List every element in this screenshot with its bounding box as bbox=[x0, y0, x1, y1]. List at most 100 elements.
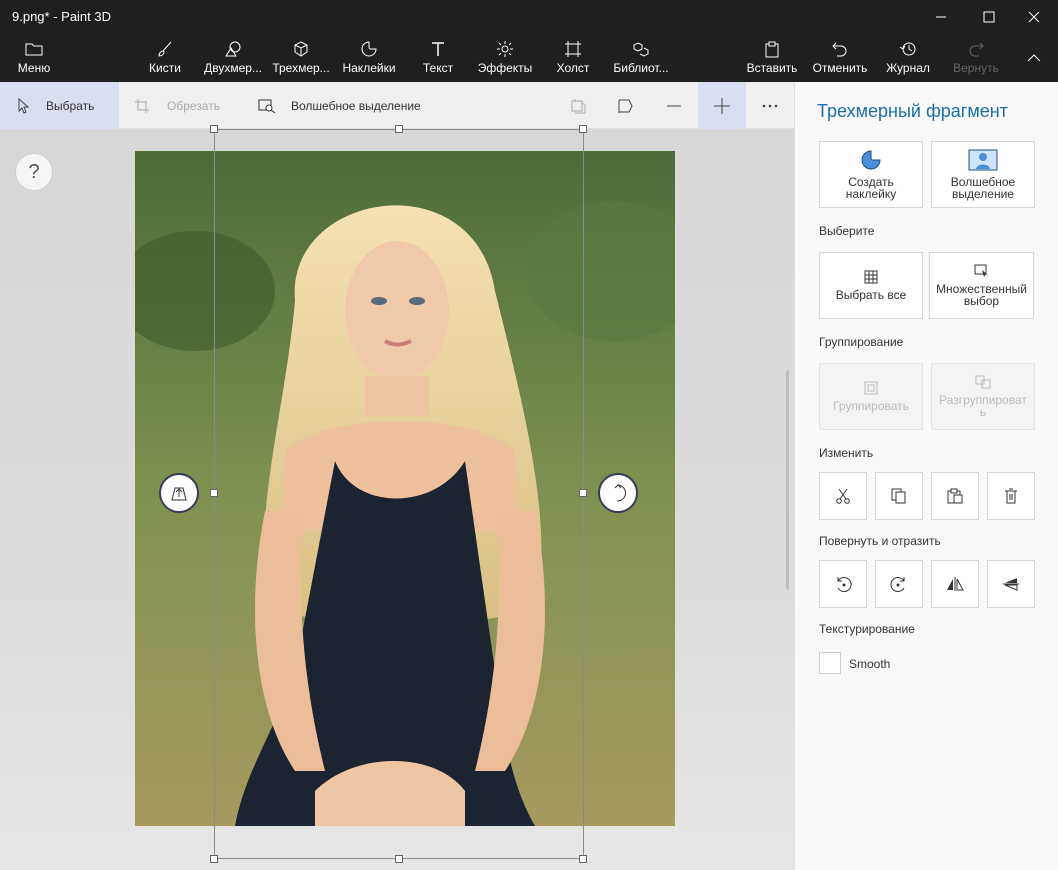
rotate-right-button[interactable] bbox=[875, 560, 923, 608]
paste-label: Вставить bbox=[746, 61, 798, 75]
window-title: 9.png* - Paint 3D bbox=[12, 9, 112, 24]
side-panel: Трехмерный фрагмент Создать наклейку Вол… bbox=[794, 82, 1058, 870]
tool-brushes-label: Кисти bbox=[149, 61, 181, 75]
resize-handle-nw[interactable] bbox=[210, 125, 218, 133]
minimize-icon bbox=[936, 16, 946, 18]
tool-effects-label: Эффекты bbox=[477, 61, 533, 75]
tool-3d-shapes-label: Трехмер... bbox=[272, 61, 330, 75]
undo-button[interactable]: Отменить bbox=[812, 38, 868, 80]
magic-select-button[interactable]: Волшебное выделение bbox=[258, 82, 421, 129]
select-all-label: Выбрать все bbox=[835, 288, 907, 302]
vertical-scrollbar[interactable] bbox=[786, 370, 789, 590]
history-button[interactable]: Журнал bbox=[885, 38, 931, 80]
brush-icon bbox=[158, 41, 172, 57]
menu-button[interactable]: Меню bbox=[14, 38, 54, 80]
folder-icon bbox=[25, 43, 43, 56]
tilt-handle[interactable] bbox=[159, 473, 199, 513]
sticker-icon bbox=[361, 41, 377, 57]
selection-box[interactable] bbox=[214, 129, 584, 859]
smooth-checkbox[interactable] bbox=[819, 652, 841, 674]
resize-handle-se[interactable] bbox=[579, 855, 587, 863]
make-sticker-button[interactable]: Создать наклейку bbox=[819, 141, 923, 208]
magic-select-label: Волшебное выделение bbox=[291, 98, 421, 113]
zoom-out-button[interactable] bbox=[652, 82, 696, 129]
3d-library-icon bbox=[633, 42, 649, 57]
select-section-heading: Выберите bbox=[819, 224, 875, 238]
close-button[interactable] bbox=[1010, 0, 1058, 34]
rotate-handle[interactable] bbox=[598, 473, 638, 513]
tool-library[interactable]: Библиот... bbox=[610, 38, 672, 80]
ungroup-icon bbox=[975, 375, 991, 389]
paste-icon bbox=[947, 488, 963, 504]
resize-handle-n[interactable] bbox=[395, 125, 403, 133]
rotate-left-icon bbox=[837, 577, 852, 592]
group-button[interactable]: Группировать bbox=[819, 363, 923, 430]
help-label: ? bbox=[28, 160, 40, 183]
resize-handle-w[interactable] bbox=[210, 489, 218, 497]
rotate-left-button[interactable] bbox=[819, 560, 867, 608]
tool-text[interactable]: Текст bbox=[418, 38, 458, 80]
select-all-button[interactable]: Выбрать все bbox=[819, 252, 923, 319]
tool-2d-shapes[interactable]: Двухмер... bbox=[203, 38, 263, 80]
multi-select-button[interactable]: Множественный выбор bbox=[929, 252, 1034, 319]
crop-button[interactable]: Обрезать bbox=[134, 82, 220, 129]
history-icon bbox=[899, 42, 916, 56]
sticker-icon bbox=[861, 150, 881, 170]
rotate-section-heading: Повернуть и отразить bbox=[819, 534, 941, 548]
group-label: Группировать bbox=[833, 399, 909, 413]
maximize-button[interactable] bbox=[965, 0, 1013, 34]
delete-button[interactable] bbox=[987, 472, 1035, 520]
copy-button[interactable] bbox=[875, 472, 923, 520]
tool-text-label: Текст bbox=[422, 61, 454, 75]
more-options-button[interactable] bbox=[748, 82, 792, 129]
redo-icon bbox=[969, 42, 984, 57]
tool-library-label: Библиот... bbox=[613, 61, 669, 75]
trash-icon bbox=[1005, 488, 1017, 504]
ungroup-button[interactable]: Разгруппироват ь bbox=[931, 363, 1035, 430]
scissors-icon bbox=[836, 488, 850, 504]
flag-button[interactable] bbox=[604, 82, 648, 129]
tool-canvas[interactable]: Холст bbox=[553, 38, 593, 80]
resize-handle-s[interactable] bbox=[395, 855, 403, 863]
effects-sun-icon bbox=[497, 41, 513, 57]
help-button[interactable]: ? bbox=[15, 153, 53, 191]
magic-select-person-icon bbox=[968, 149, 998, 171]
zoom-in-button[interactable] bbox=[698, 82, 746, 129]
tool-canvas-label: Холст bbox=[556, 61, 590, 75]
select-all-icon bbox=[864, 270, 878, 284]
tool-effects[interactable]: Эффекты bbox=[477, 38, 533, 80]
history-label: Журнал bbox=[886, 61, 930, 75]
pointer-icon bbox=[18, 97, 30, 114]
panel-paste-button[interactable] bbox=[931, 472, 979, 520]
text-icon bbox=[432, 42, 444, 56]
redo-button[interactable]: Вернуть bbox=[952, 38, 1000, 80]
select-tool-button[interactable]: Выбрать bbox=[0, 82, 119, 129]
tool-brushes[interactable]: Кисти bbox=[145, 38, 185, 80]
tool-3d-shapes[interactable]: Трехмер... bbox=[271, 38, 331, 80]
3d-cube-icon bbox=[294, 41, 308, 57]
maximize-icon bbox=[983, 11, 995, 23]
resize-handle-ne[interactable] bbox=[579, 125, 587, 133]
paint3d-window: 9.png* - Paint 3D Меню Кисти Двухмер... … bbox=[0, 0, 1058, 870]
cut-button[interactable] bbox=[819, 472, 867, 520]
2d-shapes-icon bbox=[225, 41, 241, 57]
title-bar: 9.png* - Paint 3D bbox=[0, 0, 1058, 34]
multi-select-icon bbox=[974, 264, 989, 277]
resize-handle-e[interactable] bbox=[579, 489, 587, 497]
flag-icon bbox=[618, 99, 633, 113]
crop-label: Обрезать bbox=[167, 98, 220, 113]
panel-magic-select-button[interactable]: Волшебное выделение bbox=[931, 141, 1035, 208]
minimize-button[interactable] bbox=[917, 0, 965, 34]
paste-icon bbox=[765, 41, 779, 58]
make-sticker-label: Создать наклейку bbox=[845, 175, 897, 201]
panel-magic-select-label: Волшебное выделение bbox=[950, 175, 1016, 201]
view-3d-button[interactable] bbox=[556, 82, 600, 129]
paste-button[interactable]: Вставить bbox=[747, 38, 797, 80]
flip-horizontal-button[interactable] bbox=[931, 560, 979, 608]
collapse-ribbon-button[interactable] bbox=[1010, 41, 1058, 75]
flip-vertical-button[interactable] bbox=[987, 560, 1035, 608]
resize-handle-sw[interactable] bbox=[210, 855, 218, 863]
tool-2d-shapes-label: Двухмер... bbox=[204, 61, 262, 75]
tool-stickers[interactable]: Наклейки bbox=[340, 38, 398, 80]
tool-stickers-label: Наклейки bbox=[342, 61, 396, 75]
